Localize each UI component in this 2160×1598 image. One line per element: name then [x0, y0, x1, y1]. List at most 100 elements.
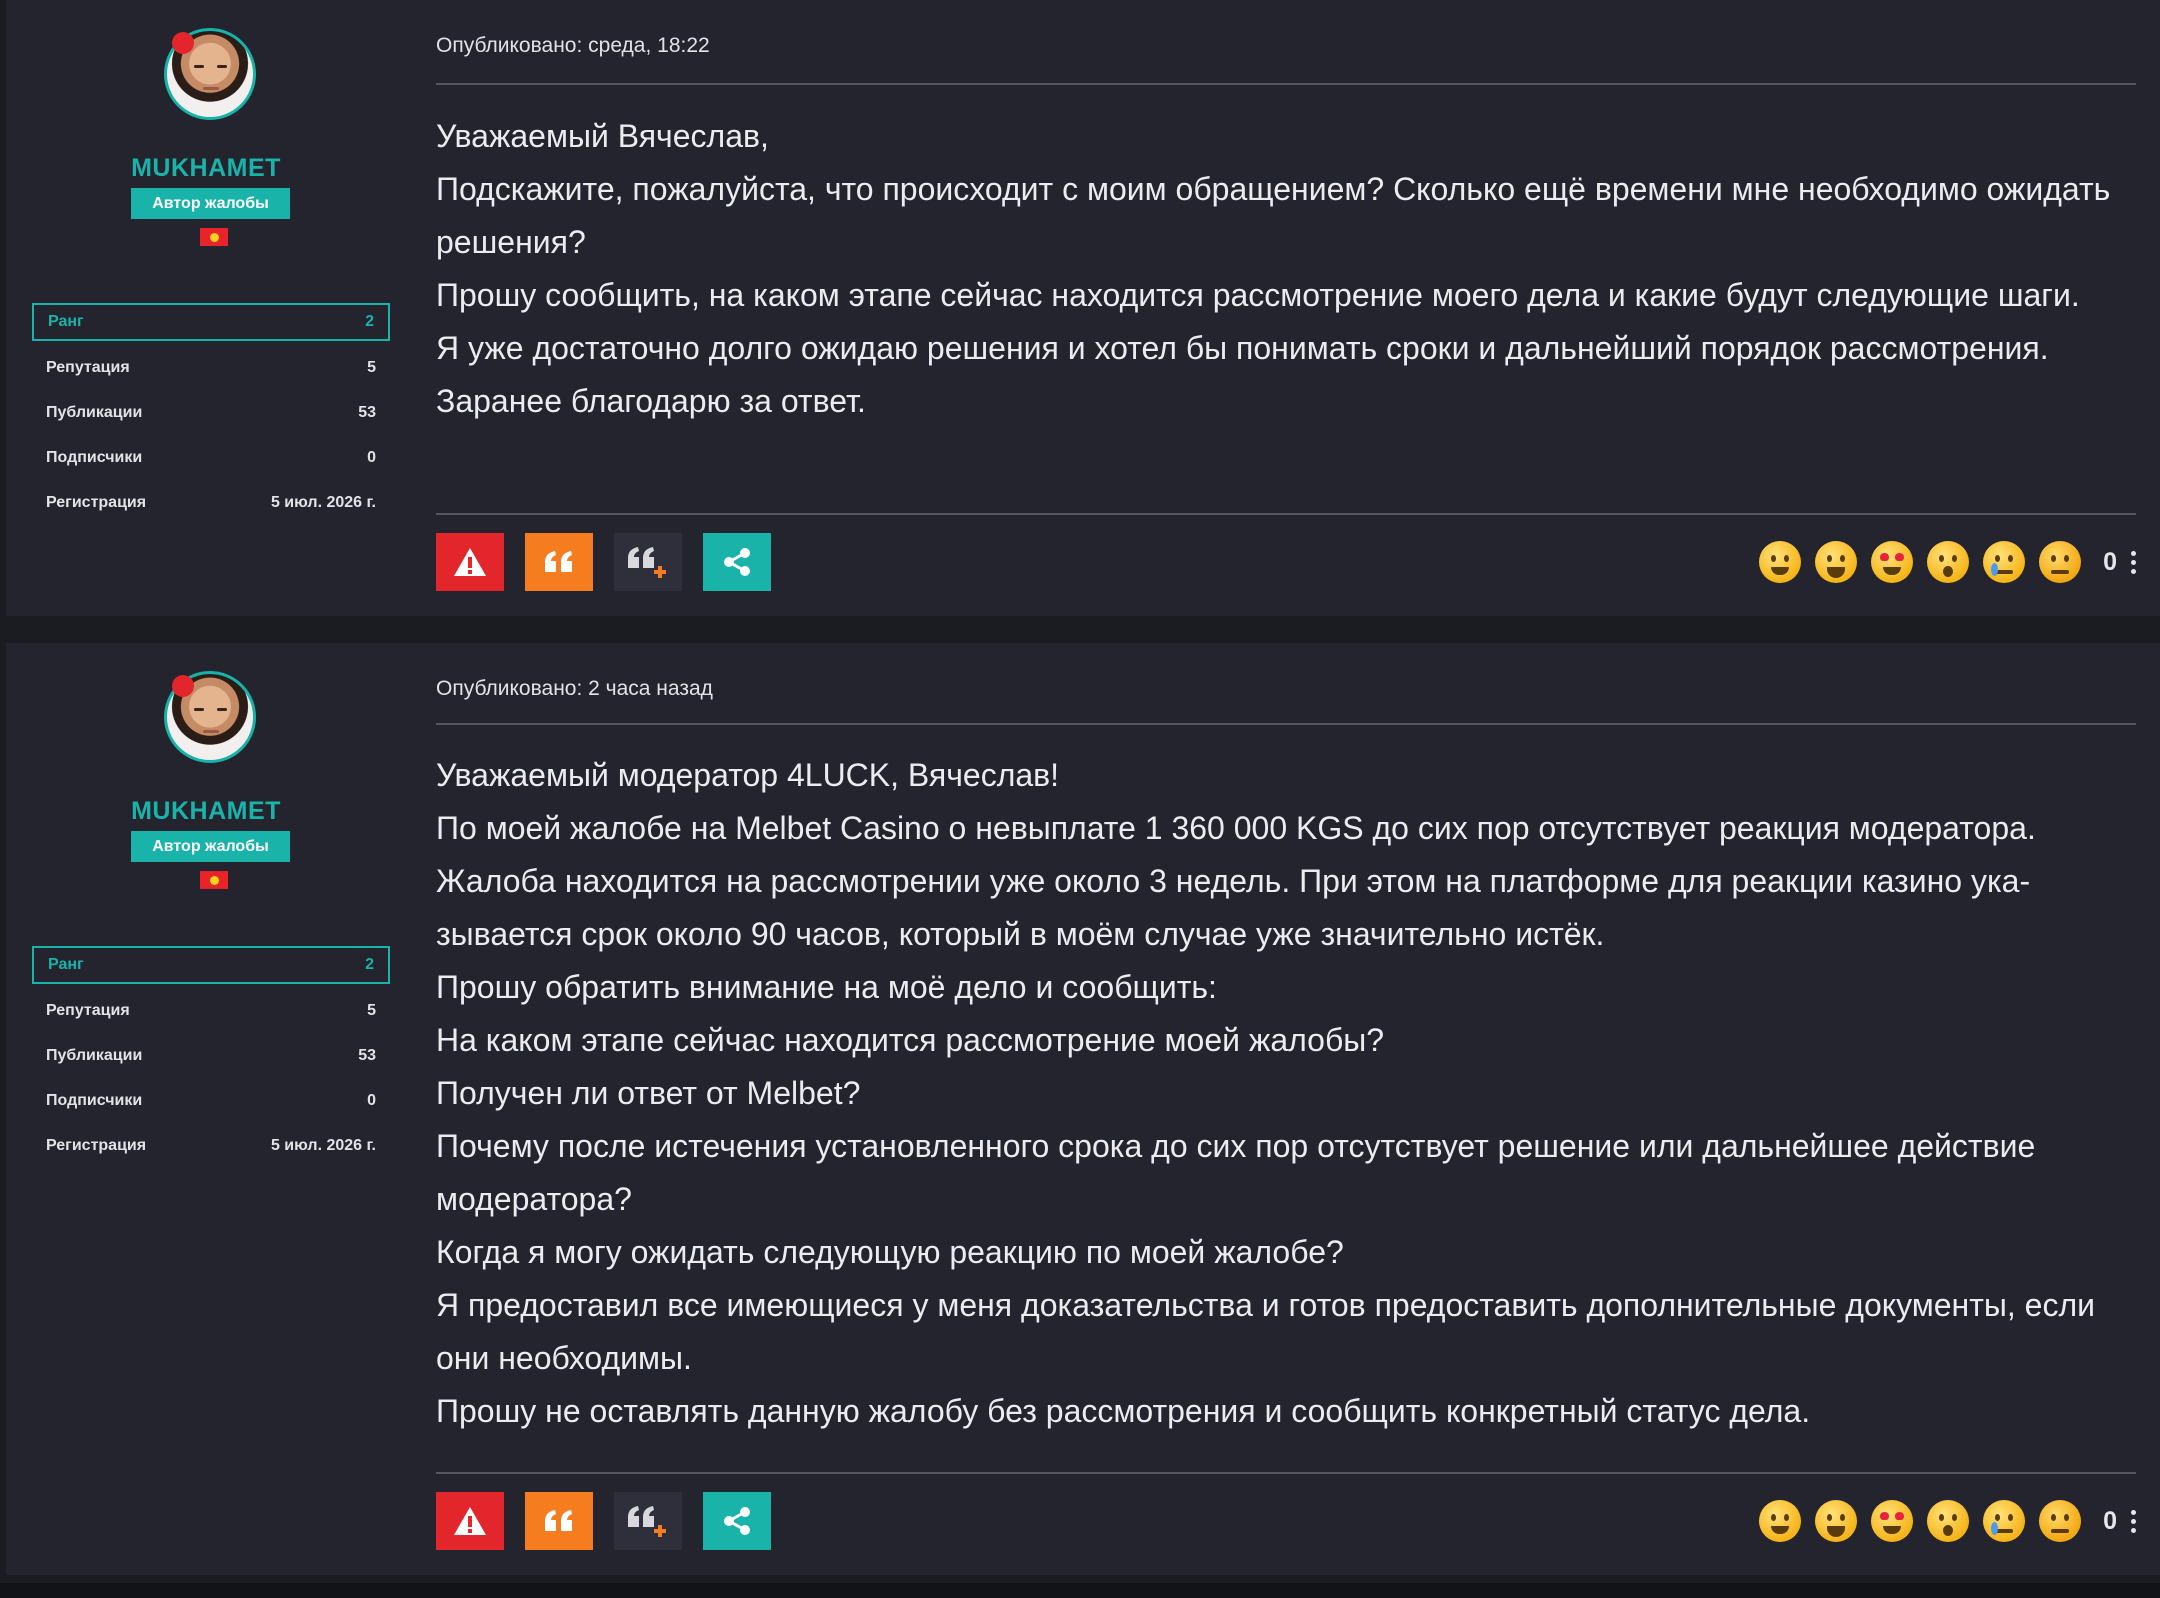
post-line: Заранее благодарю за ответ.	[436, 383, 866, 419]
stat-value: 53	[358, 404, 376, 421]
author-role-badge: Автор жалобы	[131, 188, 290, 219]
astonished-icon[interactable]	[1927, 1500, 1970, 1542]
warning-icon	[454, 548, 486, 576]
stat-reputation: Репутация 5	[32, 993, 390, 1029]
quote-button[interactable]	[525, 1492, 593, 1550]
kyrgyzstan-flag-icon	[200, 871, 228, 889]
post-line: Прошу не оставлять данную жалобу без рас…	[436, 1393, 1811, 1429]
divider	[436, 1472, 2136, 1474]
stat-value: 0	[367, 1092, 376, 1109]
stat-label: Ранг	[48, 313, 84, 330]
stat-registration: Регистрация 5 июл. 2026 г.	[32, 1128, 390, 1164]
online-status-icon	[172, 675, 194, 697]
stat-registration: Регистрация 5 июл. 2026 г.	[32, 485, 390, 521]
stat-label: Подписчики	[46, 449, 143, 466]
quote-button[interactable]	[525, 533, 593, 591]
multiquote-add-icon	[628, 1506, 666, 1537]
stat-value: 2	[365, 313, 374, 330]
angry-icon[interactable]	[2039, 1500, 2082, 1542]
post-line: Прошу сообщить, на каком этапе сейчас на…	[436, 277, 2080, 313]
warning-icon	[454, 1507, 486, 1535]
post-body: Уважаемый Вячеслав, Подскажите, пожалуйс…	[436, 110, 2136, 428]
avatar[interactable]	[164, 28, 256, 120]
post-line: Получен ли ответ от Melbet?	[436, 1075, 861, 1111]
grinning-squinting-icon[interactable]	[1815, 1500, 1858, 1542]
multiquote-add-icon	[628, 547, 666, 578]
report-button[interactable]	[436, 533, 504, 591]
post-content: Опубликовано: среда, 18:22 Уважаемый Вяч…	[436, 0, 2136, 616]
astonished-icon[interactable]	[1927, 541, 1970, 583]
slightly-smiling-icon[interactable]	[1759, 541, 1802, 583]
author-stats: Ранг 2 Репутация 5 Публикации 53 Подписчики…	[32, 946, 390, 1173]
post-line: Жалоба находится на рассмотрении уже око…	[436, 863, 2031, 952]
stat-value: 0	[367, 449, 376, 466]
author-stats: Ранг 2 Репутация 5 Публикации 53 Подписчики…	[32, 303, 390, 530]
stat-value: 5 июл. 2026 г.	[270, 1137, 376, 1154]
heart-eyes-icon[interactable]	[1871, 1500, 1914, 1542]
divider	[436, 513, 2136, 515]
share-button[interactable]	[703, 533, 771, 591]
slightly-smiling-icon[interactable]	[1759, 1500, 1802, 1542]
post-date: Опубликовано: 2 часа назад	[436, 677, 713, 700]
stat-label: Публикации	[46, 1047, 143, 1064]
crying-icon[interactable]	[1983, 1500, 2026, 1542]
kyrgyzstan-flag-icon	[200, 228, 228, 246]
stat-reputation: Репутация 5	[32, 350, 390, 386]
stat-label: Регистрация	[46, 494, 147, 511]
stat-label: Регистрация	[46, 1137, 147, 1154]
avatar[interactable]	[164, 671, 256, 763]
multiquote-button[interactable]	[614, 533, 682, 591]
stat-label: Подписчики	[46, 1092, 143, 1109]
stat-followers: Подписчики 0	[32, 1083, 390, 1119]
stat-value: 2	[365, 956, 374, 973]
post-actions: 0	[436, 533, 2136, 591]
multiquote-button[interactable]	[614, 1492, 682, 1550]
stat-rank: Ранг 2	[32, 946, 390, 984]
stat-rank: Ранг 2	[32, 303, 390, 341]
post-line: Уважаемый Вячеслав,	[436, 118, 769, 154]
more-options-icon[interactable]	[2131, 1509, 2136, 1533]
stat-label: Репутация	[46, 359, 130, 376]
angry-icon[interactable]	[2039, 541, 2082, 583]
share-icon	[724, 548, 750, 576]
grinning-squinting-icon[interactable]	[1815, 541, 1858, 583]
crying-icon[interactable]	[1983, 541, 2026, 583]
stat-value: 5	[367, 1002, 376, 1019]
stat-label: Ранг	[48, 956, 84, 973]
heart-eyes-icon[interactable]	[1871, 541, 1914, 583]
post-line: По моей жалобе на Melbet Casino о невыпл…	[436, 810, 2036, 846]
reactions-bar: 0	[1759, 533, 2136, 591]
post-line: Уважаемый модератор 4LUCK, Вячеслав!	[436, 757, 1060, 793]
post-line: Прошу обратить внимание на моё дело и со…	[436, 969, 1217, 1005]
stat-posts: Публикации 53	[32, 395, 390, 431]
report-button[interactable]	[436, 1492, 504, 1550]
reaction-count[interactable]: 0	[2103, 1507, 2117, 1536]
stat-value: 5	[367, 359, 376, 376]
author-username[interactable]: MUKHAMET	[6, 154, 406, 183]
post-line: На каком этапе сейчас находится рассмотр…	[436, 1022, 1385, 1058]
stat-label: Репутация	[46, 1002, 130, 1019]
forum-post: MUKHAMET Автор жалобы Ранг 2 Репутация 5 П…	[6, 0, 2160, 616]
post-line: Почему после истечения установленного ср…	[436, 1128, 2036, 1217]
more-options-icon[interactable]	[2131, 550, 2136, 574]
reactions-bar: 0	[1759, 1492, 2136, 1550]
divider	[436, 83, 2136, 85]
forum-post: MUKHAMET Автор жалобы Ранг 2 Репутация 5 П…	[6, 643, 2160, 1575]
post-body: Уважаемый модератор 4LUCK, Вячеслав! По …	[436, 749, 2136, 1438]
post-actions: 0	[436, 1492, 2136, 1550]
reaction-count[interactable]: 0	[2103, 548, 2117, 577]
post-content: Опубликовано: 2 часа назад Уважаемый мод…	[436, 643, 2136, 1575]
post-author-panel: MUKHAMET Автор жалобы Ранг 2 Репутация 5 П…	[6, 0, 406, 616]
share-button[interactable]	[703, 1492, 771, 1550]
stat-followers: Подписчики 0	[32, 440, 390, 476]
author-role-badge: Автор жалобы	[131, 831, 290, 862]
stat-label: Публикации	[46, 404, 143, 421]
stat-value: 5 июл. 2026 г.	[270, 494, 376, 511]
stat-value: 53	[358, 1047, 376, 1064]
quote-icon	[545, 1510, 572, 1531]
divider	[436, 723, 2136, 725]
post-line: Я уже достаточно долго ожидаю решения и …	[436, 330, 2049, 366]
post-line: Подскажите, пожалуйста, что происходит с…	[436, 171, 2111, 260]
author-username[interactable]: MUKHAMET	[6, 797, 406, 826]
post-date: Опубликовано: среда, 18:22	[436, 34, 710, 57]
